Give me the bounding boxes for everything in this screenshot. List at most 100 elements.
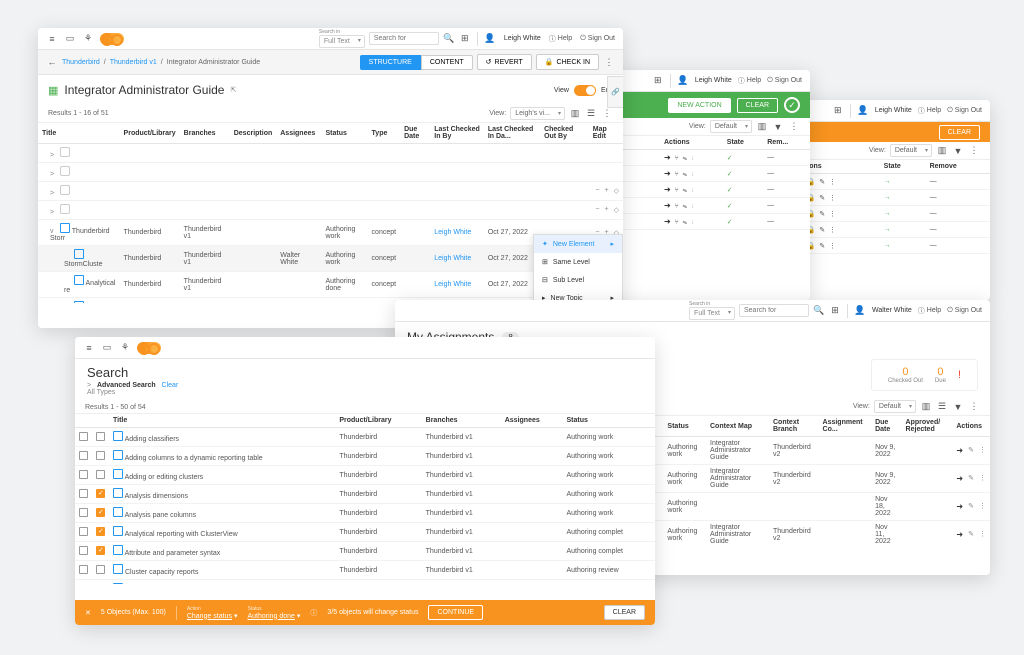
edit-icon[interactable]: ✎ <box>683 187 687 194</box>
help-link[interactable]: ⓘ Help <box>918 106 941 116</box>
more-icon[interactable]: ⋮ <box>968 401 980 413</box>
col-header[interactable] <box>75 414 92 428</box>
crumb[interactable]: Thunderbird v1 <box>110 59 157 66</box>
signout-link[interactable]: ⏻ Sign Out <box>947 307 982 315</box>
view-select[interactable]: Default <box>874 400 916 413</box>
arrow-icon[interactable]: ➜ <box>956 502 963 511</box>
columns-icon[interactable]: ▥ <box>936 145 948 157</box>
status-select[interactable]: Authoring done <box>247 613 294 620</box>
more-icon[interactable]: ⋮ <box>829 243 836 250</box>
table-row[interactable]: > <box>38 163 623 182</box>
new-action-button[interactable]: NEW ACTION <box>668 98 730 113</box>
col-header[interactable]: Last Checked In By <box>430 123 484 144</box>
edit-icon[interactable]: ✎ <box>683 219 687 226</box>
fork-icon[interactable]: ⑂ <box>675 171 679 178</box>
col-header[interactable]: Branches <box>180 123 230 144</box>
edit-icon[interactable]: ✎ <box>683 171 687 178</box>
arrow-icon[interactable]: ➜ <box>664 185 671 194</box>
user-link[interactable]: Leigh White <box>434 255 471 262</box>
edit-icon[interactable]: ✎ <box>819 179 825 186</box>
expand-icon[interactable]: > <box>50 209 58 216</box>
menu-icon[interactable]: ≡ <box>46 33 58 45</box>
filter-icon[interactable]: ▼ <box>772 121 784 133</box>
col-header[interactable]: Status <box>321 123 367 144</box>
row-checkbox[interactable] <box>79 508 88 517</box>
col-header[interactable]: Title <box>38 123 120 144</box>
arrow-icon[interactable]: ➜ <box>956 446 963 455</box>
view-select[interactable]: Default <box>890 144 932 157</box>
more-icon[interactable]: ⋮ <box>691 219 695 226</box>
signout-link[interactable]: ⏻ Sign Out <box>947 107 982 115</box>
row-checkbox[interactable] <box>79 432 88 441</box>
fork-icon[interactable]: ⑂ <box>675 203 679 210</box>
arrow-icon[interactable]: ➜ <box>956 530 963 539</box>
more-icon[interactable]: ⋮ <box>979 446 986 455</box>
more-icon[interactable]: ⋮ <box>979 474 986 483</box>
edit-icon[interactable]: ✎ <box>968 530 974 539</box>
minus-icon[interactable]: − <box>595 187 599 195</box>
columns-icon[interactable]: ▥ <box>756 121 768 133</box>
view-select[interactable]: Default <box>710 120 752 133</box>
edit-icon[interactable]: ✎ <box>819 195 825 202</box>
row-checkbox[interactable] <box>79 565 88 574</box>
search-icon[interactable]: 🔍 <box>813 305 825 317</box>
col-header[interactable]: Title <box>109 414 335 428</box>
search-input[interactable] <box>369 32 439 45</box>
content-button[interactable]: CONTENT <box>421 55 473 70</box>
row-checkbox[interactable] <box>96 470 105 479</box>
col-header[interactable]: Type <box>368 123 401 144</box>
col-header[interactable]: Context Branch <box>769 416 819 437</box>
row-checkbox[interactable] <box>79 489 88 498</box>
rows-icon[interactable]: ☰ <box>585 108 597 120</box>
minus-icon[interactable]: − <box>595 206 599 214</box>
row-checkbox[interactable] <box>96 565 105 574</box>
row-checkbox[interactable] <box>96 451 105 460</box>
grid-icon[interactable]: ⊞ <box>829 305 841 317</box>
filter-icon[interactable]: ▼ <box>952 145 964 157</box>
expand-icon[interactable]: > <box>87 382 95 389</box>
more-icon[interactable]: ⋮ <box>979 530 986 539</box>
columns-icon[interactable]: ▥ <box>569 108 581 120</box>
edit-icon[interactable]: ✎ <box>683 155 687 162</box>
users-icon[interactable]: ⚘ <box>82 33 94 45</box>
remove-icon[interactable]: — <box>767 186 774 193</box>
search-icon[interactable]: 🔍 <box>443 33 455 45</box>
col-header[interactable]: Status <box>563 414 656 428</box>
edit-icon[interactable]: ✎ <box>968 502 974 511</box>
more-icon[interactable]: ⋮ <box>691 155 695 162</box>
row-checkbox[interactable] <box>79 584 88 585</box>
continue-button[interactable]: CONTINUE <box>428 605 483 620</box>
dash-icon[interactable]: ▭ <box>101 342 113 354</box>
more-icon[interactable]: ⋮ <box>829 195 836 202</box>
view-select[interactable]: Leigh's vi... <box>510 107 565 120</box>
grid-icon[interactable]: ⊞ <box>652 75 664 87</box>
plus-icon[interactable]: + <box>605 206 609 214</box>
structure-button[interactable]: STRUCTURE <box>360 55 421 70</box>
table-row[interactable]: > −+◇ <box>38 182 623 201</box>
remove-icon[interactable]: — <box>930 194 937 201</box>
arrow-icon[interactable]: ➜ <box>664 153 671 162</box>
more-icon[interactable]: ⋮ <box>601 108 613 120</box>
fork-icon[interactable]: ⑂ <box>675 155 679 162</box>
more-icon[interactable]: ⋮ <box>691 203 695 210</box>
table-row[interactable]: Cluster capacity reports ThunderbirdThun… <box>75 561 655 580</box>
action-select[interactable]: Change status <box>187 613 232 620</box>
search-in-select[interactable]: Full Text <box>689 307 735 320</box>
user-link[interactable]: Leigh White <box>434 229 471 236</box>
remove-icon[interactable]: — <box>767 218 774 225</box>
edit-icon[interactable]: ✎ <box>819 227 825 234</box>
row-checkbox[interactable] <box>96 508 105 517</box>
col-header[interactable] <box>92 414 109 428</box>
user-link[interactable]: Leigh White <box>434 281 471 288</box>
table-row[interactable]: Analysis pane columns ThunderbirdThunder… <box>75 504 655 523</box>
more-icon[interactable]: ⋮ <box>979 502 986 511</box>
more-icon[interactable]: ⋮ <box>829 227 836 234</box>
help-link[interactable]: ⓘ Help <box>738 76 761 86</box>
expand-icon[interactable]: > <box>50 190 58 197</box>
clear-button[interactable]: CLEAR <box>604 605 645 620</box>
revert-button[interactable]: ↺ REVERT <box>477 54 532 70</box>
back-icon[interactable]: ← <box>46 56 58 68</box>
col-header[interactable]: Description <box>230 123 277 144</box>
table-row[interactable]: Attribute and parameter syntax Thunderbi… <box>75 542 655 561</box>
clear-link[interactable]: Clear <box>162 382 179 389</box>
